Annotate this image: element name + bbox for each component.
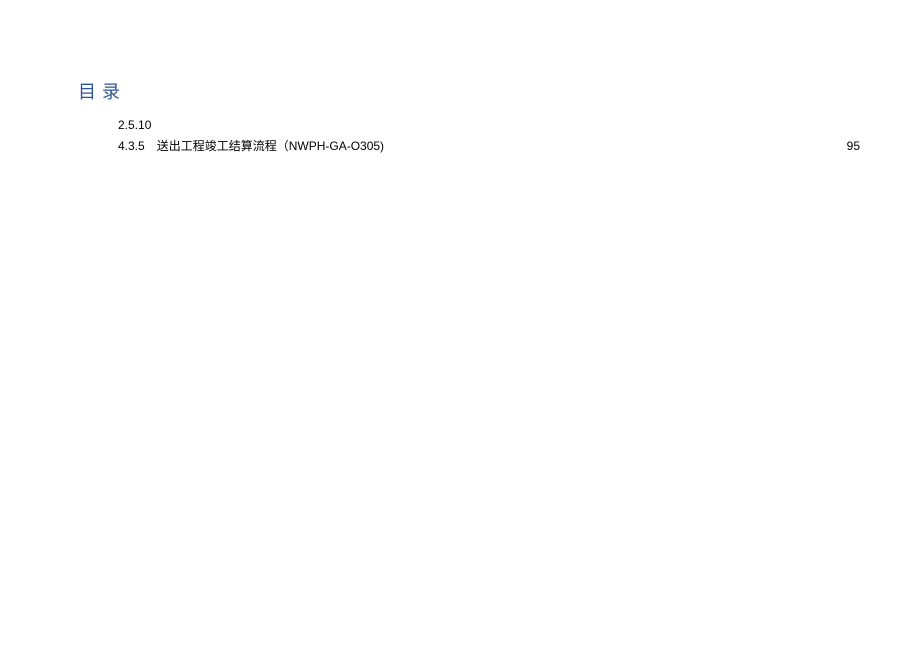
toc-row-left: 2.5.10	[118, 116, 163, 135]
toc-entry-page: 95	[847, 137, 860, 156]
toc-row-left: 4.3.5 送出工程竣工结算流程（NWPH-GA-O305)	[118, 137, 384, 156]
toc-row: 2.5.10	[118, 116, 860, 135]
toc-row: 4.3.5 送出工程竣工结算流程（NWPH-GA-O305) 95	[118, 137, 860, 156]
toc-entry-title: 送出工程竣工结算流程（NWPH-GA-O305)	[157, 137, 384, 156]
toc-entry-number: 2.5.10	[118, 116, 151, 135]
toc-heading: 目录	[78, 78, 860, 104]
toc-list: 2.5.10 4.3.5 送出工程竣工结算流程（NWPH-GA-O305) 95	[118, 116, 860, 156]
toc-entry-number: 4.3.5	[118, 137, 145, 156]
